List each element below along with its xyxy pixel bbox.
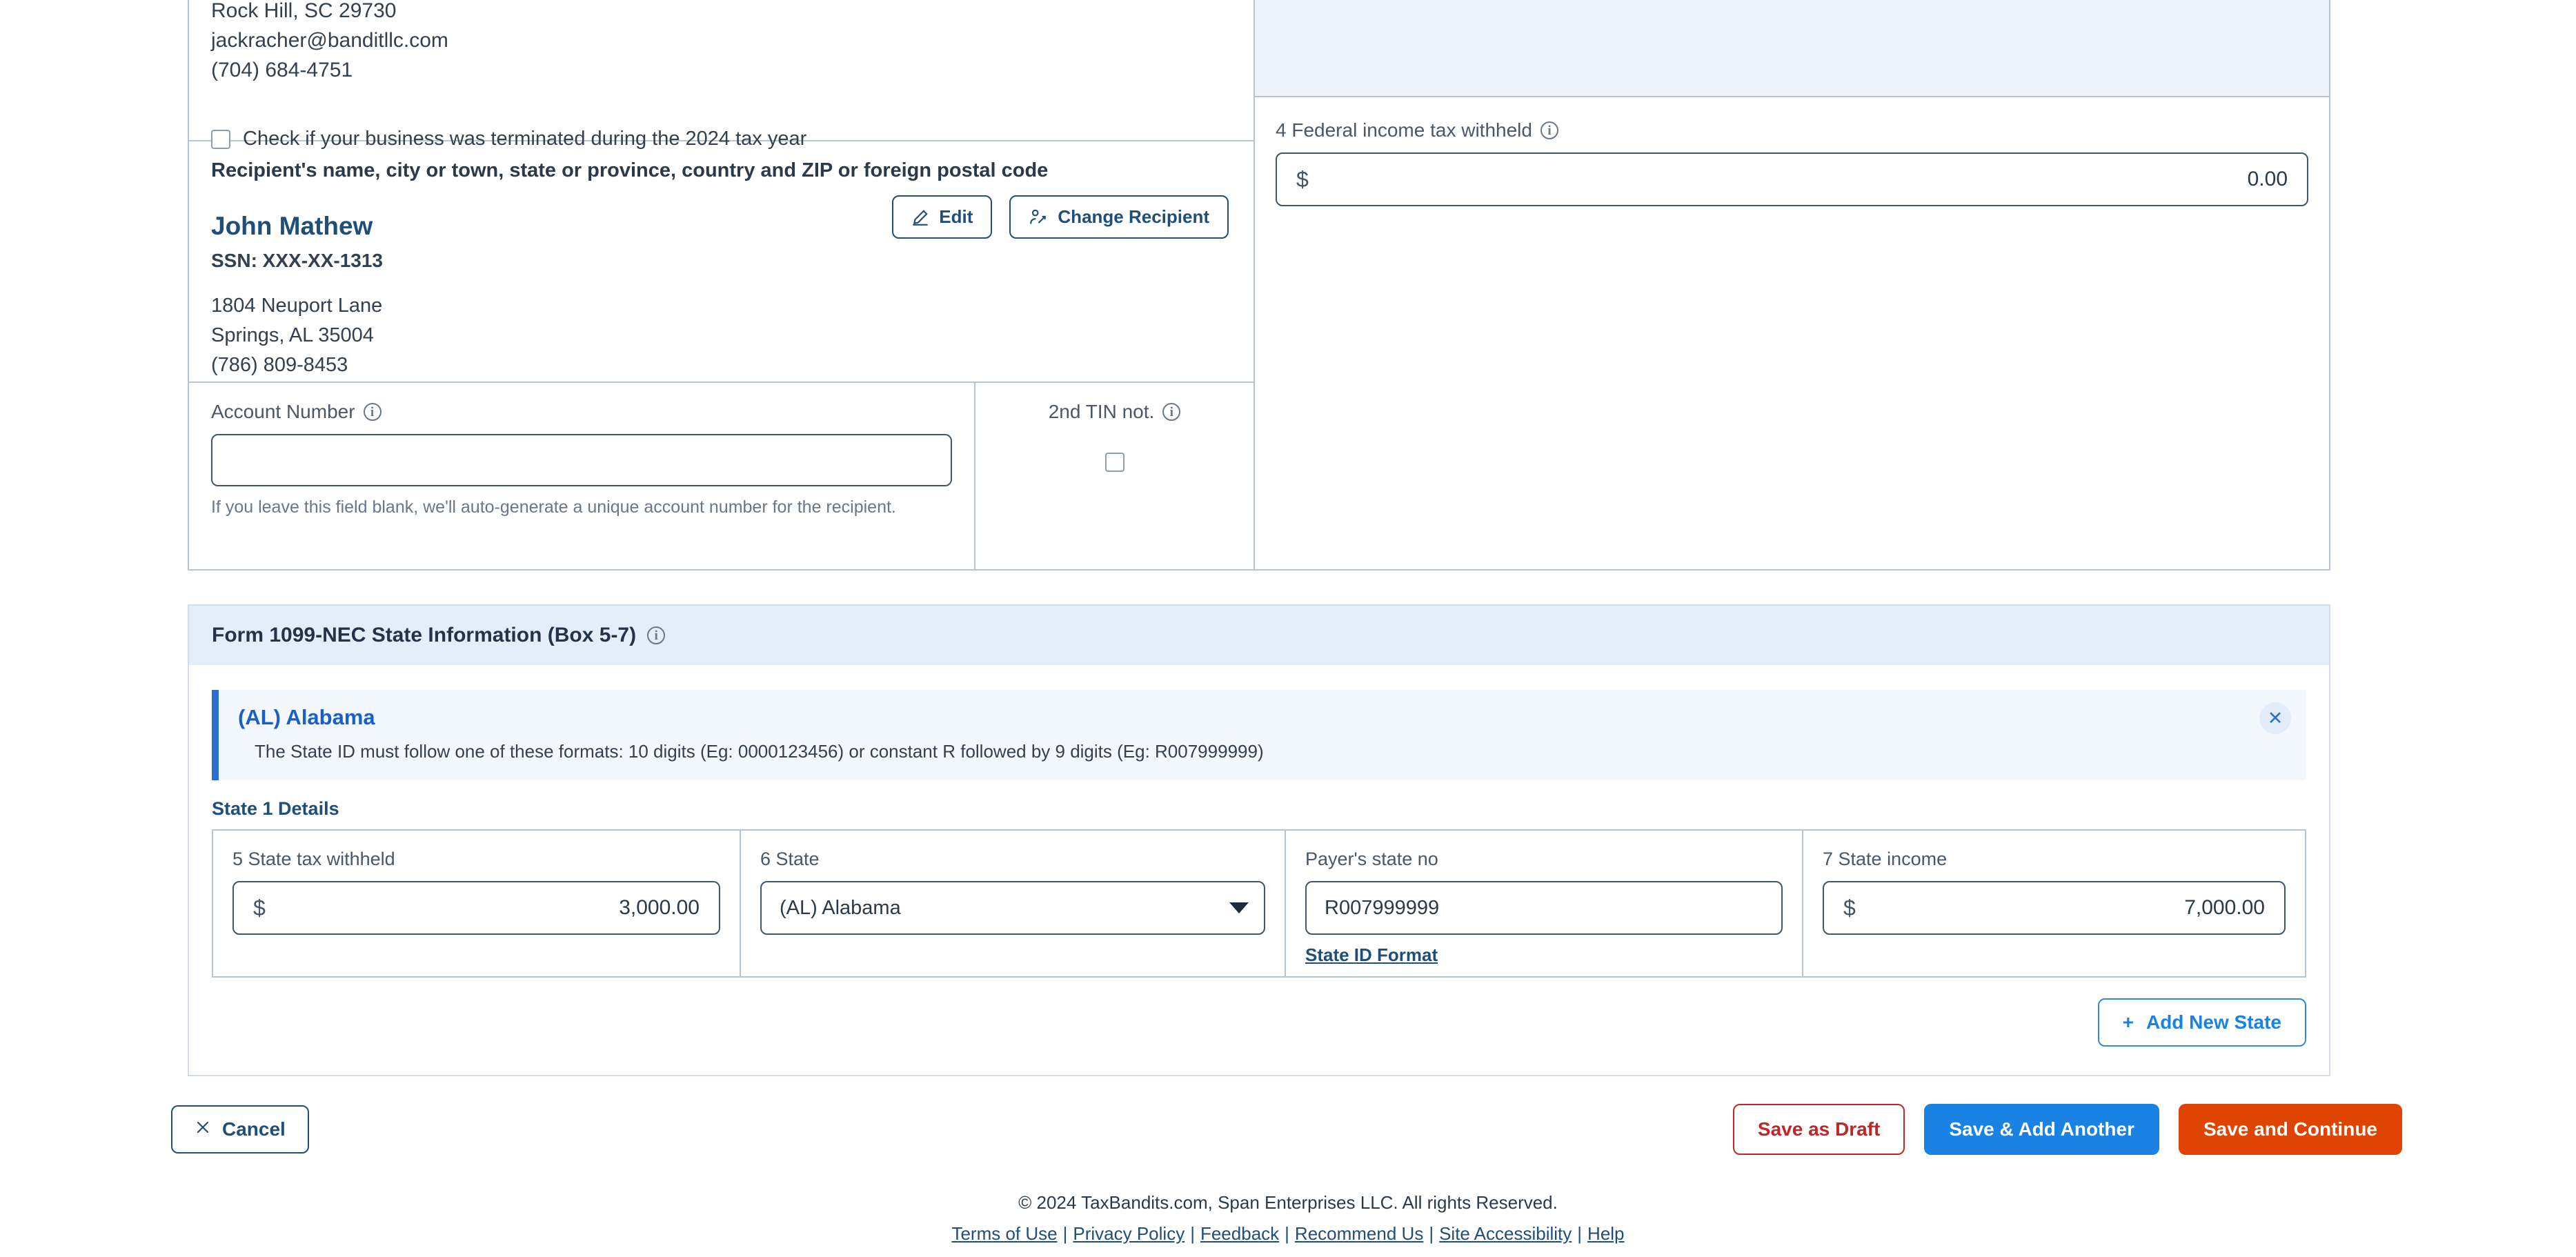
payer-email: jackracher@banditllc.com — [211, 29, 448, 52]
box-3-cell: 3 — [1255, 0, 2329, 97]
info-icon[interactable]: i — [1162, 403, 1181, 421]
footer-separator: | — [1429, 1223, 1434, 1244]
state-select-label: 6 State — [760, 849, 820, 869]
edit-recipient-label: Edit — [939, 206, 973, 227]
alert-state-name: (AL) Alabama — [238, 705, 375, 729]
state-tax-withheld-label: 5 State tax withheld — [232, 849, 395, 869]
alert-message: The State ID must follow one of these fo… — [255, 741, 1264, 762]
state-income-value: 7,000.00 — [2184, 896, 2265, 919]
payer-info-block: Rock Hill, SC 29730 jackracher@banditllc… — [189, 0, 1254, 150]
state-information-title: Form 1099-NEC State Information (Box 5-7… — [212, 624, 637, 646]
recipient-ssn: SSN: XXX-XX-1313 — [211, 250, 383, 271]
recipient-actions: Edit Change Recipient — [892, 195, 1229, 239]
box-4-cell: 4 Federal income tax withheld i $ 0.00 — [1255, 97, 2329, 569]
footer-separator: | — [1285, 1223, 1289, 1244]
recipient-address-line1: 1804 Neuport Lane — [211, 295, 383, 317]
cancel-label: Cancel — [222, 1118, 286, 1140]
state-information-header: Form 1099-NEC State Information (Box 5-7… — [189, 606, 2329, 665]
state-select[interactable]: (AL) Alabama — [760, 881, 1265, 935]
state-id-format-alert: (AL) Alabama The State ID must follow on… — [212, 690, 2306, 780]
second-tin-label-row: 2nd TIN not. i — [1049, 401, 1181, 423]
second-tin-checkbox[interactable] — [1104, 453, 1124, 472]
currency-symbol: $ — [253, 895, 266, 920]
state-income-label: 7 State income — [1823, 849, 1948, 869]
pencil-icon — [911, 208, 929, 226]
second-tin-cell: 2nd TIN not. i — [975, 383, 1254, 569]
currency-symbol: $ — [1843, 895, 1856, 920]
footer-link-privacy-policy[interactable]: Privacy Policy — [1073, 1223, 1185, 1244]
box-4-label-row: 4 Federal income tax withheld i — [1276, 119, 2308, 141]
state-select-value: (AL) Alabama — [780, 896, 901, 919]
save-as-draft-button[interactable]: Save as Draft — [1732, 1104, 1905, 1155]
close-icon — [195, 1118, 211, 1140]
form-page: Rock Hill, SC 29730 jackracher@banditllc… — [0, 0, 2576, 1257]
add-new-state-button[interactable]: + Add New State — [2097, 998, 2306, 1047]
info-icon[interactable]: i — [363, 403, 382, 421]
change-recipient-button[interactable]: Change Recipient — [1009, 195, 1229, 239]
footer-link-terms-of-use[interactable]: Terms of Use — [951, 1223, 1057, 1244]
info-icon[interactable]: i — [1540, 121, 1558, 139]
state-details-heading: State 1 Details — [212, 798, 339, 819]
recipient-address: 1804 Neuport Lane Springs, AL 35004 (786… — [211, 291, 1231, 380]
user-switch-icon — [1029, 208, 1048, 226]
recipient-address-line2: Springs, AL 35004 — [211, 324, 374, 346]
cancel-button[interactable]: Cancel — [171, 1105, 309, 1154]
edit-recipient-button[interactable]: Edit — [892, 195, 993, 239]
plus-icon: + — [2122, 1011, 2134, 1033]
account-number-hint: If you leave this field blank, we'll aut… — [211, 497, 896, 517]
recipient-section-heading: Recipient's name, city or town, state or… — [211, 159, 1049, 181]
state-select-cell: 6 State (AL) Alabama — [741, 831, 1286, 976]
account-number-input[interactable] — [211, 434, 952, 486]
footer-link-site-accessibility[interactable]: Site Accessibility — [1439, 1223, 1572, 1244]
footer-links: Terms of Use | Privacy Policy | Feedback | Rec… — [0, 1223, 2576, 1245]
footer-separator: | — [1190, 1223, 1195, 1244]
footer-link-feedback[interactable]: Feedback — [1200, 1223, 1279, 1244]
form-1099-nec-grid: Rock Hill, SC 29730 jackracher@banditllc… — [188, 0, 2330, 571]
federal-income-tax-withheld-input[interactable]: $ 0.00 — [1276, 152, 2308, 206]
change-recipient-label: Change Recipient — [1058, 206, 1209, 227]
state-tax-withheld-cell: 5 State tax withheld $ 3,000.00 — [213, 831, 741, 976]
box-4-label: 4 Federal income tax withheld — [1276, 119, 1532, 141]
recipient-block: Recipient's name, city or town, state or… — [189, 141, 1254, 383]
account-number-label: Account Number — [211, 401, 355, 422]
federal-income-tax-withheld-value: 0.00 — [2247, 168, 2288, 190]
form-right-column: 3 4 Federal income tax withheld i $ 0.00 — [1255, 0, 2329, 569]
state-tax-withheld-value: 3,000.00 — [619, 896, 700, 919]
payer-city-state-zip: Rock Hill, SC 29730 — [211, 0, 397, 22]
footer-separator: | — [1577, 1223, 1583, 1244]
state-id-format-link[interactable]: State ID Format — [1305, 944, 1438, 966]
footer-link-recommend-us[interactable]: Recommend Us — [1295, 1223, 1423, 1244]
payer-state-no-cell: Payer's state no State ID Format — [1286, 831, 1803, 976]
add-new-state-wrap: + Add New State — [189, 978, 2329, 1047]
state-income-cell: 7 State income $ 7,000.00 — [1803, 831, 2305, 976]
footer-separator: | — [1062, 1223, 1068, 1244]
chevron-down-icon[interactable] — [1229, 902, 1249, 913]
state-information-panel: Form 1099-NEC State Information (Box 5-7… — [188, 604, 2330, 1076]
payer-state-no-input[interactable] — [1305, 881, 1783, 935]
payer-state-no-label: Payer's state no — [1305, 849, 1438, 869]
second-tin-label: 2nd TIN not. — [1048, 401, 1155, 422]
payer-phone: (704) 684-4751 — [211, 59, 353, 81]
info-icon[interactable]: i — [647, 626, 666, 644]
footer-link-help[interactable]: Help — [1587, 1223, 1624, 1244]
save-and-continue-button[interactable]: Save and Continue — [2178, 1104, 2402, 1155]
page-footer: © 2024 TaxBandits.com, Span Enterprises … — [0, 1192, 2576, 1245]
account-number-cell: Account Number i If you leave this field… — [189, 383, 975, 569]
recipient-phone: (786) 809-8453 — [211, 354, 348, 376]
add-new-state-label: Add New State — [2146, 1011, 2281, 1033]
state-tax-withheld-input[interactable]: $ 3,000.00 — [232, 881, 720, 935]
form-action-bar: Cancel Save as Draft Save & Add Another … — [0, 1104, 2576, 1155]
footer-copyright: © 2024 TaxBandits.com, Span Enterprises … — [1018, 1192, 1558, 1213]
state-income-input[interactable]: $ 7,000.00 — [1823, 881, 2286, 935]
save-and-add-another-button[interactable]: Save & Add Another — [1924, 1104, 2159, 1155]
account-number-label-row: Account Number i — [211, 401, 952, 423]
account-and-tin-row: Account Number i If you leave this field… — [189, 383, 1254, 569]
second-tin-check-wrap[interactable] — [982, 453, 1247, 472]
close-icon[interactable]: ✕ — [2259, 702, 2291, 734]
currency-symbol: $ — [1296, 166, 1309, 192]
state-details-fields: 5 State tax withheld $ 3,000.00 6 State … — [212, 829, 2306, 978]
form-left-column: Rock Hill, SC 29730 jackracher@banditllc… — [189, 0, 1255, 569]
